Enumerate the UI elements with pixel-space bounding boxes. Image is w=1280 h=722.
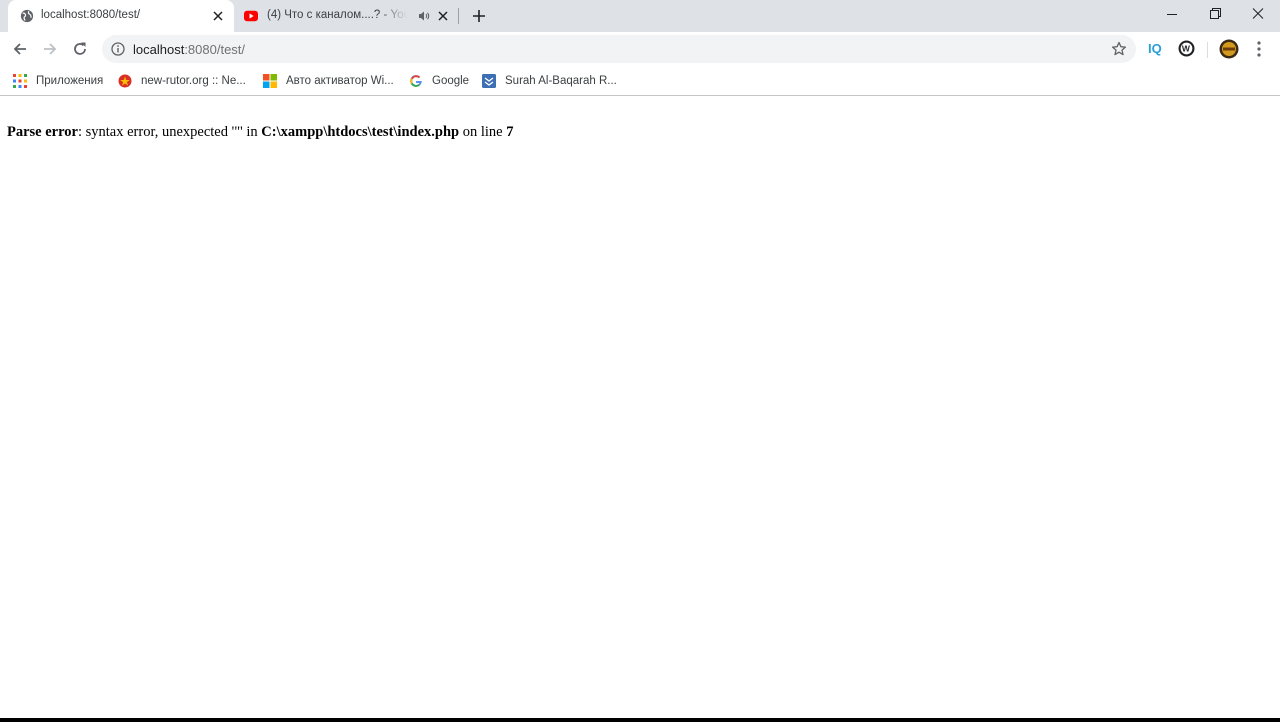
menu-kebab-icon[interactable] [1252, 40, 1266, 58]
new-tab-icon[interactable] [471, 8, 487, 24]
tab-close-icon[interactable] [437, 10, 449, 22]
error-on-line: on line [459, 124, 507, 140]
tab-youtube[interactable]: (4) Что с каналом....? - YouT [236, 0, 458, 32]
error-label: Parse error [7, 124, 78, 140]
bookmark-label: Авто активатор Wi... [286, 75, 394, 87]
url-text[interactable]: localhost:8080/test/ [133, 42, 245, 57]
bookmark-label: new-rutor.org :: Ne... [141, 75, 246, 87]
back-icon[interactable] [11, 40, 29, 58]
taskbar-edge [0, 718, 1280, 722]
toolbar-separator [1207, 42, 1208, 58]
url-path: :8080/test/ [184, 42, 246, 57]
error-text: : syntax error, unexpected '"' in [77, 124, 262, 140]
info-icon[interactable] [111, 42, 125, 56]
error-file-path: C:\xampp\htdocs\test\index.php [261, 124, 460, 140]
reload-icon[interactable] [71, 40, 89, 58]
browser-toolbar: localhost:8080/test/ IQ W [0, 32, 1280, 66]
iq-extension-icon[interactable]: IQ [1147, 40, 1165, 56]
restore-icon[interactable] [1205, 6, 1225, 22]
speaker-icon[interactable] [418, 10, 430, 22]
address-bar[interactable]: localhost:8080/test/ [102, 35, 1136, 63]
bookmark-rutor[interactable]: new-rutor.org :: Ne... [118, 71, 246, 91]
bookmarks-bar: Приложения new-rutor.org :: Ne... Авто а… [0, 66, 1280, 96]
url-host: localhost [133, 42, 185, 57]
quran-icon [482, 74, 496, 88]
svg-text:IQ: IQ [1148, 41, 1162, 56]
bookmark-surah[interactable]: Surah Al-Baqarah R... [482, 71, 617, 91]
forward-icon[interactable] [41, 40, 59, 58]
svg-text:W: W [1182, 44, 1191, 54]
bookmark-activator[interactable]: Авто активатор Wi... [263, 71, 394, 91]
tab-title: localhost:8080/test/ [41, 9, 141, 21]
tab-localhost[interactable]: localhost:8080/test/ [8, 0, 234, 32]
bookmark-label: Google [432, 75, 470, 87]
tab-title: (4) Что с каналом....? - YouT [267, 9, 407, 21]
tab-strip: localhost:8080/test/ (4) Что с каналом..… [0, 0, 1280, 32]
error-line-number: 7 [506, 124, 514, 140]
minimize-icon[interactable] [1162, 6, 1182, 22]
tab-separator [458, 8, 459, 24]
php-error-message: Parse error: syntax error, unexpected '"… [7, 124, 513, 141]
bookmark-google[interactable]: Google [409, 71, 469, 91]
w-extension-icon[interactable]: W [1178, 40, 1195, 57]
apps-grid-icon [13, 74, 27, 88]
youtube-icon [244, 10, 258, 22]
page-content: Parse error: syntax error, unexpected '"… [0, 97, 1280, 722]
profile-avatar[interactable] [1219, 39, 1239, 59]
google-icon [410, 75, 422, 87]
bookmark-label: Приложения [36, 75, 104, 87]
windows-icon [263, 74, 277, 88]
bookmark-label: Surah Al-Baqarah R... [505, 75, 617, 87]
globe-icon [20, 9, 34, 23]
tab-close-icon[interactable] [212, 10, 224, 22]
rutor-icon [118, 74, 132, 88]
window-close-icon[interactable] [1248, 6, 1268, 22]
bookmark-star-icon[interactable] [1111, 41, 1127, 57]
bookmark-apps[interactable]: Приложения [13, 71, 103, 91]
